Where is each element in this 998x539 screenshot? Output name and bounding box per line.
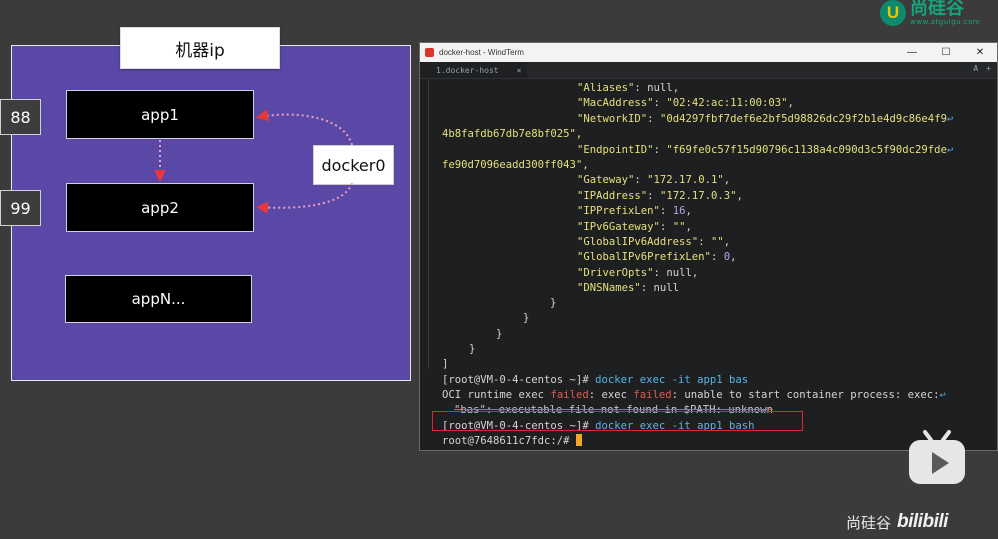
logo-cn: 尚硅谷 <box>910 0 964 19</box>
json-field-line: "EndpointID": "f69fe0c57f15d90796c1138a4… <box>577 143 954 156</box>
json-continuation-line: 4b8fafdb67db7e8bf025", <box>442 128 583 141</box>
highlight-box <box>432 411 803 431</box>
windterm-app-icon <box>425 48 434 57</box>
json-field-line: "GlobalIPv6PrefixLen": 0, <box>577 251 737 264</box>
watermark-brand: bilibili <box>897 511 948 532</box>
json-field-line: "Gateway": "172.17.0.1", <box>577 174 731 187</box>
tab-close-icon[interactable]: × <box>517 66 522 75</box>
font-size-icon[interactable]: A <box>973 64 978 73</box>
command-line-1: [root@VM-0-4-centos ~]# docker exec -it … <box>442 374 749 386</box>
json-field-line: "IPv6Gateway": "", <box>577 220 692 233</box>
watermark-cn: 尚硅谷 <box>846 513 892 532</box>
tab-label: 1.docker-host <box>436 65 499 75</box>
logo-en: www.atguigu.com <box>910 18 981 26</box>
atguigu-logo: U 尚硅谷 www.atguigu.com <box>880 0 980 26</box>
title-bar[interactable]: docker-host - WindTerm — ☐ ✕ <box>420 43 997 62</box>
json-field-line: "Aliases": null, <box>577 82 680 94</box>
json-field-line: "IPPrefixLen": 16, <box>577 205 692 218</box>
connection-arrows <box>154 109 353 214</box>
arrow-docker0-app2 <box>256 182 353 214</box>
slide: 机器ip app1 app2 appN... 88 99 docker0 U 尚… <box>0 0 998 539</box>
close-button[interactable]: ✕ <box>963 43 997 62</box>
json-field-line: "IPAddress": "172.17.0.3", <box>577 189 743 202</box>
json-field-line: "NetworkID": "0d4297fbf7def6e2bf5d98826d… <box>577 112 954 125</box>
tab-docker-host[interactable]: 1.docker-host × <box>420 62 528 78</box>
maximize-button[interactable]: ☐ <box>929 43 963 62</box>
terminal-output[interactable]: "Aliases": null, "MacAddress": "02:42:ac:… <box>420 79 997 450</box>
cursor <box>575 434 582 446</box>
json-field-line: "MacAddress": "02:42:ac:11:00:03", <box>577 97 794 110</box>
logo-mark: U <box>880 0 906 26</box>
brace-line: } <box>469 343 476 355</box>
new-tab-icon[interactable]: + <box>986 64 991 73</box>
fold-gutter <box>428 79 429 369</box>
json-field-line: "DriverOpts": null, <box>577 266 699 279</box>
brace-line: } <box>496 328 503 340</box>
window-title: docker-host - WindTerm <box>439 48 524 57</box>
error-line-1: OCI runtime exec failed: exec failed: un… <box>442 389 946 401</box>
bracket-line: ] <box>442 358 449 370</box>
minimize-button[interactable]: — <box>895 43 929 62</box>
arrow-docker0-app1 <box>256 109 353 146</box>
json-field-line: "GlobalIPv6Address": "", <box>577 236 731 248</box>
tab-bar: 1.docker-host × A + <box>420 62 997 79</box>
shell-prompt-line: root@7648611c7fdc:/# <box>442 434 582 449</box>
bilibili-watermark: 尚硅谷 bilibili <box>846 511 948 533</box>
brace-line: } <box>550 297 557 309</box>
json-field-line: "DNSNames": null <box>577 282 680 295</box>
brace-line: } <box>523 312 530 324</box>
json-continuation-line: fe90d7096eadd300ff043", <box>442 159 589 171</box>
bilibili-play-icon[interactable] <box>907 428 967 486</box>
windterm-window: docker-host - WindTerm — ☐ ✕ 1.docker-ho… <box>419 42 998 451</box>
